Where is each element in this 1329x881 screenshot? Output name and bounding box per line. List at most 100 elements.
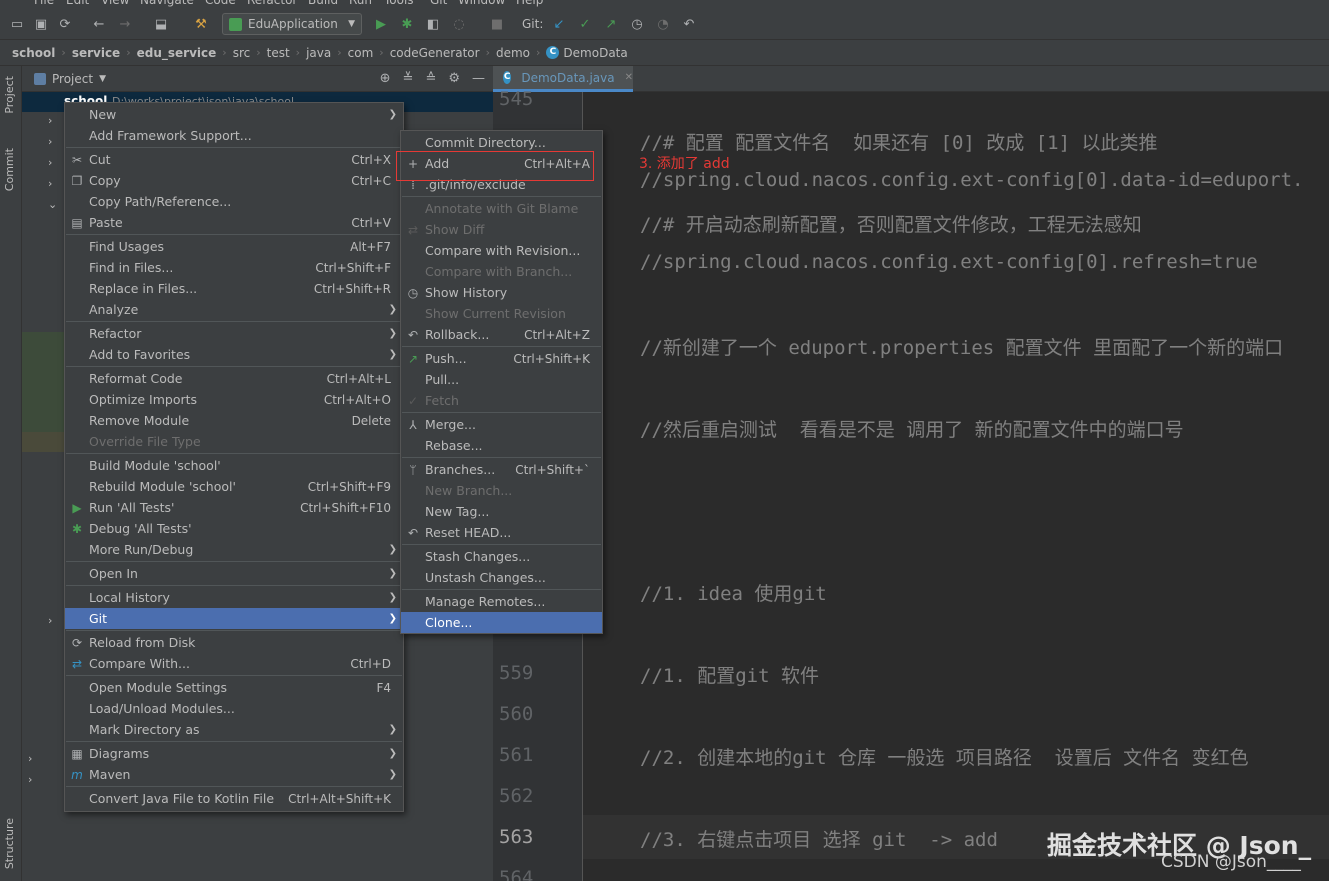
menu-build[interactable]: Build [308,0,338,7]
menu-item-show-current-revision[interactable]: Show Current Revision [401,303,602,324]
menu-item-show-diff[interactable]: ⇄ Show Diff [401,219,602,240]
menu-item-optimize-imports[interactable]: Optimize Imports Ctrl+Alt+O [65,389,403,410]
gear-icon[interactable]: ⚙ [448,71,460,86]
breadcrumb-item[interactable]: com [348,46,374,60]
menu-item-open-module-settings[interactable]: Open Module Settings F4 [65,677,403,698]
chevron-down-icon[interactable]: ▼ [99,74,106,84]
menu-item-find-usages[interactable]: Find Usages Alt+F7 [65,236,403,257]
project-tool-button[interactable]: Project [3,76,16,114]
menu-item-compare-with-revision[interactable]: Compare with Revision... [401,240,602,261]
git-update-icon[interactable]: ↙ [550,15,568,33]
breadcrumb-item[interactable]: java [306,46,331,60]
menu-item-add-framework-support[interactable]: Add Framework Support... [65,125,403,146]
run-configuration-select[interactable]: EduApplication ▼ [222,13,362,35]
menu-item-analyze[interactable]: Analyze ❯ [65,299,403,320]
menu-item-copy[interactable]: ❐ Copy Ctrl+C [65,170,403,191]
menu-item-branches[interactable]: ᛘ Branches... Ctrl+Shift+` [401,459,602,480]
breadcrumb-item[interactable]: edu_service [137,46,217,60]
breadcrumb-item[interactable]: service [72,46,120,60]
save-icon[interactable]: ▣ [32,15,50,33]
locate-icon[interactable]: ⊕ [380,71,391,86]
menu-item-compare-with-branch[interactable]: Compare with Branch... [401,261,602,282]
menu-item-remove-module[interactable]: Remove Module Delete [65,410,403,431]
menu-item-rollback[interactable]: ↶ Rollback... Ctrl+Alt+Z [401,324,602,345]
menu-item-local-history[interactable]: Local History ❯ [65,587,403,608]
breadcrumb-item[interactable]: codeGenerator [390,46,480,60]
menu-item-new-tag[interactable]: New Tag... [401,501,602,522]
menu-item-maven[interactable]: m Maven ❯ [65,764,403,785]
sync-icon[interactable]: ⟳ [56,15,74,33]
git-commit-icon[interactable]: ✓ [576,15,594,33]
menu-item-rebase[interactable]: Rebase... [401,435,602,456]
stop-icon[interactable]: ■ [488,15,506,33]
menu-item-mark-directory-as[interactable]: Mark Directory as ❯ [65,719,403,740]
menu-item-find-in-files[interactable]: Find in Files... Ctrl+Shift+F [65,257,403,278]
menu-edit[interactable]: Edit [66,0,89,7]
run-icon[interactable]: ▶ [372,15,390,33]
menu-item-reformat-code[interactable]: Reformat Code Ctrl+Alt+L [65,368,403,389]
menu-item-reload-from-disk[interactable]: ⟳ Reload from Disk [65,632,403,653]
menu-item-annotate-with-git-blame[interactable]: Annotate with Git Blame [401,198,602,219]
tree-expander-icon[interactable]: › [48,156,52,169]
breadcrumb-item[interactable]: school [12,46,55,60]
menu-item-run-all-tests[interactable]: ▶ Run 'All Tests' Ctrl+Shift+F10 [65,497,403,518]
back-icon[interactable]: ← [90,15,108,33]
tree-expander-icon[interactable]: › [48,614,52,627]
menu-help[interactable]: Help [516,0,543,7]
breadcrumb-item[interactable]: test [267,46,290,60]
project-panel-title[interactable]: Project [52,72,93,86]
menu-refactor[interactable]: Refactor [247,0,297,7]
menu-navigate[interactable]: Navigate [140,0,194,7]
code-editor[interactable]: //# 配置 配置文件名 如果还有 [0] 改成 [1] 以此类推 //spri… [583,92,1329,881]
hide-icon[interactable]: — [472,71,485,86]
menu-window[interactable]: Window [458,0,505,7]
recent-locations-icon[interactable]: ⬓ [152,15,170,33]
menu-item-debug-all-tests[interactable]: ✱ Debug 'All Tests' [65,518,403,539]
breadcrumb-item[interactable]: demo [496,46,530,60]
menu-item-rebuild-module-school[interactable]: Rebuild Module 'school' Ctrl+Shift+F9 [65,476,403,497]
commit-tool-button[interactable]: Commit [3,148,16,191]
menu-item-new-branch[interactable]: New Branch... [401,480,602,501]
menu-view[interactable]: View [101,0,129,7]
menu-item-fetch[interactable]: ✓ Fetch [401,390,602,411]
menu-item-show-history[interactable]: ◷ Show History [401,282,602,303]
tree-expander-icon[interactable]: › [48,114,52,127]
menu-item-build-module-school[interactable]: Build Module 'school' [65,455,403,476]
tree-expander-icon[interactable]: › [28,773,32,786]
close-icon[interactable]: ✕ [625,72,633,83]
menu-item-clone[interactable]: Clone... [401,612,602,633]
menu-item-manage-remotes[interactable]: Manage Remotes... [401,591,602,612]
menu-item-new[interactable]: New ❯ [65,104,403,125]
forward-icon[interactable]: → [116,15,134,33]
profile-icon[interactable]: ◌ [450,15,468,33]
menu-item-open-in[interactable]: Open In ❯ [65,563,403,584]
menu-item-push[interactable]: ↗ Push... Ctrl+Shift+K [401,348,602,369]
menu-run[interactable]: Run [349,0,372,7]
menu-code[interactable]: Code [205,0,236,7]
breadcrumb-item[interactable]: src [233,46,251,60]
tree-expander-icon[interactable]: › [48,135,52,148]
menu-item-stash-changes[interactable]: Stash Changes... [401,546,602,567]
tree-expander-icon[interactable]: › [28,752,32,765]
git-show-history-icon[interactable]: ◔ [654,15,672,33]
build-hammer-icon[interactable]: ⚒ [192,15,210,33]
menu-item-load-unload-modules[interactable]: Load/Unload Modules... [65,698,403,719]
expand-all-icon[interactable]: ≚ [403,71,414,86]
menu-item-diagrams[interactable]: ▦ Diagrams ❯ [65,743,403,764]
menu-item-refactor[interactable]: Refactor ❯ [65,323,403,344]
menu-item-copy-path-reference[interactable]: Copy Path/Reference... [65,191,403,212]
menu-item-reset-head[interactable]: ↶ Reset HEAD... [401,522,602,543]
menu-item-cut[interactable]: ✂ Cut Ctrl+X [65,149,403,170]
coverage-icon[interactable]: ◧ [424,15,442,33]
menu-item-pull[interactable]: Pull... [401,369,602,390]
menu-item-merge[interactable]: ⅄ Merge... [401,414,602,435]
menu-item-override-file-type[interactable]: Override File Type [65,431,403,452]
menu-item-commit-directory[interactable]: Commit Directory... [401,132,602,153]
breadcrumb-item[interactable]: DemoData [563,46,627,60]
menu-item-paste[interactable]: ▤ Paste Ctrl+V [65,212,403,233]
menu-item-git[interactable]: Git ❯ [65,608,403,629]
git-rollback-icon[interactable]: ↶ [680,15,698,33]
collapse-all-icon[interactable]: ≙ [425,71,436,86]
menu-item-add-to-favorites[interactable]: Add to Favorites ❯ [65,344,403,365]
tree-expander-icon[interactable]: ⌄ [48,198,57,211]
